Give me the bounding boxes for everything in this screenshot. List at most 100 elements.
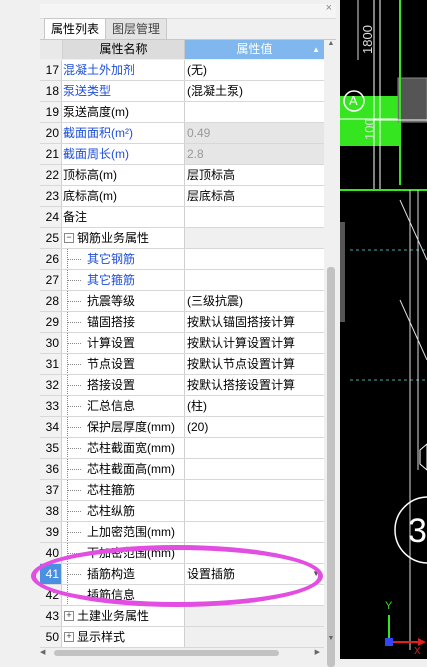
- property-value-cell[interactable]: [185, 522, 324, 542]
- property-name-cell[interactable]: 节点设置: [63, 354, 185, 374]
- property-name-cell[interactable]: 截面面积(m²): [63, 123, 185, 143]
- property-name-cell[interactable]: + 土建业务属性: [63, 606, 185, 626]
- property-value-cell[interactable]: 层顶标高: [185, 165, 324, 185]
- property-name-cell[interactable]: 锚固搭接: [63, 312, 185, 332]
- property-value-cell[interactable]: 按默认搭接设置计算: [185, 375, 324, 395]
- property-value-cell[interactable]: (无): [185, 60, 324, 80]
- vertical-scroll-thumb[interactable]: [327, 267, 335, 667]
- property-value-cell[interactable]: [185, 438, 324, 458]
- property-value-cell[interactable]: 按默认锚固搭接计算: [185, 312, 324, 332]
- property-value-cell[interactable]: [185, 543, 324, 563]
- property-name-cell[interactable]: + 显示样式: [63, 627, 185, 647]
- property-name-cell[interactable]: 备注: [63, 207, 185, 227]
- property-name-cell[interactable]: 顶标高(m): [63, 165, 185, 185]
- property-row[interactable]: 26 其它钢筋: [40, 249, 324, 270]
- property-name-cell[interactable]: − 钢筋业务属性: [63, 228, 185, 248]
- property-row[interactable]: 38 芯柱纵筋: [40, 501, 324, 522]
- property-value-dropdown[interactable]: 设置插筋 ▼: [185, 564, 324, 584]
- property-value-cell[interactable]: [185, 627, 324, 647]
- property-row[interactable]: 21 截面周长(m) 2.8: [40, 144, 324, 165]
- horizontal-scrollbar[interactable]: ◀ ▶: [40, 648, 324, 658]
- property-row[interactable]: 18 泵送类型 (混凝土泵): [40, 81, 324, 102]
- property-row[interactable]: 39 上加密范围(mm): [40, 522, 324, 543]
- property-row[interactable]: 37 芯柱箍筋: [40, 480, 324, 501]
- canvas-splitter-handle[interactable]: [340, 222, 345, 322]
- property-value-cell[interactable]: 按默认节点设置计算: [185, 354, 324, 374]
- chevron-down-icon[interactable]: ▼: [312, 564, 320, 584]
- property-row[interactable]: 20 截面面积(m²) 0.49: [40, 123, 324, 144]
- vertical-scrollbar[interactable]: ▲ ▼: [326, 40, 336, 667]
- property-value-cell[interactable]: [185, 459, 324, 479]
- property-value-cell[interactable]: [185, 501, 324, 521]
- property-value-cell[interactable]: [185, 606, 324, 626]
- property-name-cell[interactable]: 搭接设置: [63, 375, 185, 395]
- property-row[interactable]: 36 芯柱截面高(mm): [40, 459, 324, 480]
- property-row[interactable]: 22 顶标高(m) 层顶标高: [40, 165, 324, 186]
- scroll-down-icon[interactable]: ▼: [326, 635, 336, 645]
- property-name-cell[interactable]: 插筋构造: [63, 564, 185, 584]
- property-name-cell[interactable]: 底标高(m): [63, 186, 185, 206]
- property-value-cell[interactable]: [185, 207, 324, 227]
- scroll-right-icon[interactable]: ▶: [315, 648, 320, 656]
- property-row[interactable]: 27 其它箍筋: [40, 270, 324, 291]
- property-name-cell[interactable]: 插筋信息: [63, 585, 185, 605]
- horizontal-scroll-thumb[interactable]: [54, 650, 279, 656]
- property-row[interactable]: 40 下加密范围(mm): [40, 543, 324, 564]
- property-name-cell[interactable]: 芯柱纵筋: [63, 501, 185, 521]
- property-name-cell[interactable]: 下加密范围(mm): [63, 543, 185, 563]
- property-row[interactable]: 19 泵送高度(m): [40, 102, 324, 123]
- property-value-cell[interactable]: [185, 102, 324, 122]
- property-row[interactable]: 25− 钢筋业务属性: [40, 228, 324, 249]
- scroll-left-icon[interactable]: ◀: [40, 648, 45, 656]
- property-row[interactable]: 30 计算设置 按默认计算设置计算: [40, 333, 324, 354]
- tab-property-list[interactable]: 属性列表: [44, 18, 107, 39]
- column-header-name[interactable]: 属性名称: [63, 40, 185, 59]
- property-name-cell[interactable]: 其它钢筋: [63, 249, 185, 269]
- property-value-cell[interactable]: 层底标高: [185, 186, 324, 206]
- property-row[interactable]: 24 备注: [40, 207, 324, 228]
- property-name-cell[interactable]: 保护层厚度(mm): [63, 417, 185, 437]
- property-name-cell[interactable]: 芯柱截面宽(mm): [63, 438, 185, 458]
- property-value-cell[interactable]: (20): [185, 417, 324, 437]
- expand-icon[interactable]: +: [64, 611, 74, 621]
- property-row[interactable]: 41 插筋构造 设置插筋 ▼: [40, 564, 324, 585]
- property-name-cell[interactable]: 上加密范围(mm): [63, 522, 185, 542]
- property-value-cell[interactable]: [185, 249, 324, 269]
- property-name-cell[interactable]: 混凝土外加剂: [63, 60, 185, 80]
- close-icon[interactable]: ×: [326, 2, 332, 14]
- property-value-cell[interactable]: [185, 270, 324, 290]
- property-name-cell[interactable]: 截面周长(m): [63, 144, 185, 164]
- property-name-cell[interactable]: 其它箍筋: [63, 270, 185, 290]
- tab-layer-management[interactable]: 图层管理: [105, 18, 168, 39]
- property-name-cell[interactable]: 泵送类型: [63, 81, 185, 101]
- scroll-up-icon[interactable]: ▲: [326, 40, 336, 50]
- property-row[interactable]: 33 汇总信息 (柱): [40, 396, 324, 417]
- property-row[interactable]: 29 锚固搭接 按默认锚固搭接计算: [40, 312, 324, 333]
- property-name-cell[interactable]: 泵送高度(m): [63, 102, 185, 122]
- property-name-cell[interactable]: 计算设置: [63, 333, 185, 353]
- property-row[interactable]: 35 芯柱截面宽(mm): [40, 438, 324, 459]
- collapse-icon[interactable]: −: [64, 233, 74, 243]
- property-name-cell[interactable]: 芯柱箍筋: [63, 480, 185, 500]
- property-row[interactable]: 23 底标高(m) 层底标高: [40, 186, 324, 207]
- property-name-cell[interactable]: 抗震等级: [63, 291, 185, 311]
- property-value-cell[interactable]: (柱): [185, 396, 324, 416]
- cad-drawing-canvas[interactable]: 1800 100 A 3 Y X: [340, 0, 427, 659]
- property-row[interactable]: 17 混凝土外加剂 (无): [40, 60, 324, 81]
- property-value-cell[interactable]: (混凝土泵): [185, 81, 324, 101]
- property-value-cell[interactable]: (三级抗震): [185, 291, 324, 311]
- property-row[interactable]: 42 插筋信息: [40, 585, 324, 606]
- property-row[interactable]: 31 节点设置 按默认节点设置计算: [40, 354, 324, 375]
- column-header-value[interactable]: 属性值 ▲: [185, 40, 324, 59]
- property-row[interactable]: 50 + 显示样式: [40, 627, 324, 648]
- property-row[interactable]: 43 + 土建业务属性: [40, 606, 324, 627]
- property-row[interactable]: 28 抗震等级 (三级抗震): [40, 291, 324, 312]
- property-row[interactable]: 32 搭接设置 按默认搭接设置计算: [40, 375, 324, 396]
- property-name-cell[interactable]: 汇总信息: [63, 396, 185, 416]
- property-row[interactable]: 34 保护层厚度(mm) (20): [40, 417, 324, 438]
- property-name-cell[interactable]: 芯柱截面高(mm): [63, 459, 185, 479]
- expand-icon[interactable]: +: [64, 632, 74, 642]
- property-value-cell[interactable]: [185, 228, 324, 248]
- property-value-cell[interactable]: [185, 585, 324, 605]
- property-value-cell[interactable]: 按默认计算设置计算: [185, 333, 324, 353]
